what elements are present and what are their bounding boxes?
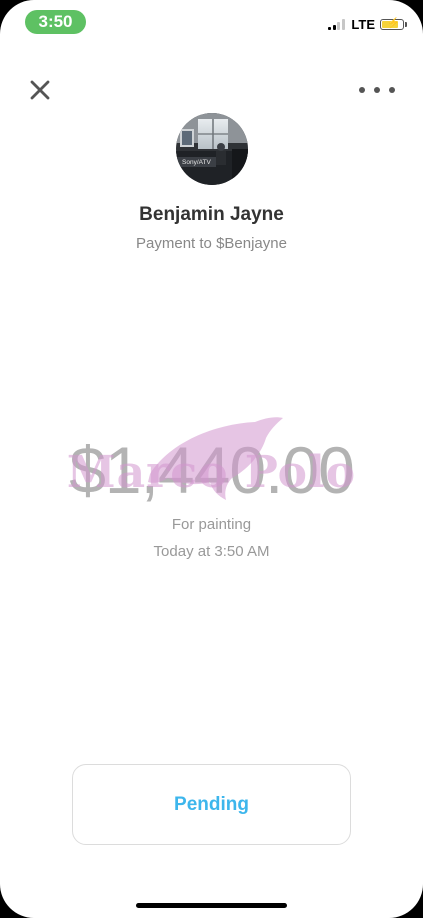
payment-detail-screen: 3:50 LTE ⚡ Sony/ATV Benjamin Jayne Payme… (0, 0, 423, 918)
close-button[interactable] (26, 76, 54, 104)
battery-nub (405, 21, 407, 27)
payment-note: For painting (171, 516, 252, 533)
home-indicator[interactable] (136, 903, 287, 908)
pending-status-button[interactable]: Pending (72, 764, 351, 845)
avatar-caption: Sony/ATV (182, 159, 211, 166)
status-time[interactable]: 3:50 (25, 10, 86, 34)
battery-icon: ⚡ (380, 18, 404, 30)
close-icon (30, 80, 50, 100)
avatar-photo: Sony/ATV (176, 113, 248, 185)
payment-date: Today at 3:50 AM (153, 543, 270, 560)
more-options-button[interactable] (359, 84, 395, 96)
signal-icon (328, 18, 346, 30)
avatar[interactable]: Sony/ATV (176, 113, 248, 185)
status-indicators: LTE ⚡ (328, 15, 407, 33)
payment-amount: $1,440.00 (69, 433, 355, 507)
payment-recipient-handle: Payment to $Benjayne (136, 235, 287, 252)
recipient-name: Benjamin Jayne (139, 204, 284, 225)
more-options-icon (359, 87, 365, 93)
network-type: LTE (351, 16, 375, 32)
